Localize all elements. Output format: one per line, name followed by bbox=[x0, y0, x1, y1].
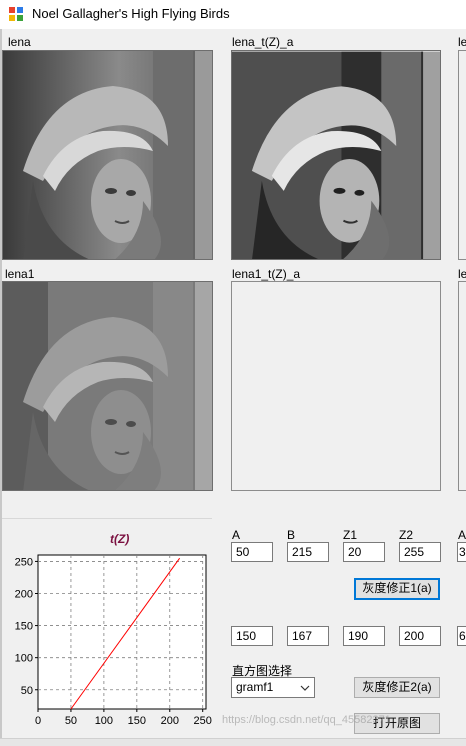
chart-title: t(Z) bbox=[110, 532, 129, 546]
tz-chart-panel: t(Z) 0 50 100 150 200 250 50 100 150 200 250 bbox=[2, 518, 212, 739]
lena-image bbox=[2, 50, 213, 260]
app-icon bbox=[9, 7, 23, 21]
lena-transformed-picture bbox=[232, 51, 440, 259]
chart-plot-area bbox=[37, 554, 207, 710]
param2-a2-field[interactable]: 6 bbox=[457, 626, 466, 646]
param2-z2-field[interactable]: 200 bbox=[399, 626, 441, 646]
param2-a-field[interactable]: 150 bbox=[231, 626, 273, 646]
col3-bottom-image bbox=[458, 281, 466, 491]
param-a2-field[interactable]: 3 bbox=[457, 542, 466, 562]
lena1-t-image bbox=[231, 281, 441, 491]
param-b-field[interactable]: 215 bbox=[287, 542, 329, 562]
image-label-col3-bottom: le bbox=[458, 267, 466, 281]
param-header-a2: A bbox=[458, 528, 466, 542]
chevron-down-icon bbox=[300, 685, 310, 691]
param-header-z2: Z2 bbox=[399, 528, 414, 542]
x-tick-label: 100 bbox=[95, 715, 113, 727]
lena-t-image bbox=[231, 50, 441, 260]
lena-portrait-picture bbox=[3, 51, 212, 259]
y-tick-label: 150 bbox=[15, 621, 33, 633]
param-z1-field[interactable]: 20 bbox=[343, 542, 385, 562]
y-tick-label: 100 bbox=[15, 653, 33, 665]
param-z2-field[interactable]: 255 bbox=[399, 542, 441, 562]
histogram-select-value: gramf1 bbox=[236, 680, 274, 694]
param2-b-field[interactable]: 167 bbox=[287, 626, 329, 646]
tz-chart: t(Z) 0 50 100 150 200 250 50 100 150 200 250 bbox=[15, 532, 212, 727]
x-tick-label: 150 bbox=[128, 715, 146, 727]
image-label-col3-top: le bbox=[458, 35, 466, 49]
watermark: https://blog.csdn.net/qq_45582371 bbox=[222, 714, 391, 726]
image-label-lena1-t: lena1_t(Z)_a bbox=[232, 267, 301, 281]
param-a-field[interactable]: 50 bbox=[231, 542, 273, 562]
x-tick-label: 0 bbox=[35, 715, 41, 727]
lena1-portrait-picture bbox=[3, 282, 212, 490]
x-tick-label: 50 bbox=[65, 715, 77, 727]
y-tick-label: 250 bbox=[15, 556, 33, 568]
param-header-b: B bbox=[287, 528, 296, 542]
image-label-lena-t: lena_t(Z)_a bbox=[232, 35, 294, 49]
y-tick-label: 50 bbox=[21, 685, 33, 697]
lena1-image bbox=[2, 281, 213, 491]
image-label-lena1: lena1 bbox=[5, 267, 35, 281]
param-header-z1: Z1 bbox=[343, 528, 358, 542]
x-tick-label: 200 bbox=[161, 715, 179, 727]
image-label-lena: lena bbox=[8, 35, 31, 49]
histogram-select[interactable]: gramf1 bbox=[231, 677, 315, 698]
window-title: Noel Gallagher's High Flying Birds bbox=[32, 6, 230, 21]
y-tick-label: 200 bbox=[15, 589, 33, 601]
title-bar: Noel Gallagher's High Flying Birds bbox=[0, 0, 466, 29]
gray-correct-1-button[interactable]: 灰度修正1(a) bbox=[354, 578, 440, 600]
x-tick-label: 250 bbox=[194, 715, 212, 727]
gray-correct-2-button[interactable]: 灰度修正2(a) bbox=[354, 677, 440, 698]
param2-z1-field[interactable]: 190 bbox=[343, 626, 385, 646]
param-header-a: A bbox=[232, 528, 241, 542]
col3-top-image bbox=[458, 50, 466, 260]
